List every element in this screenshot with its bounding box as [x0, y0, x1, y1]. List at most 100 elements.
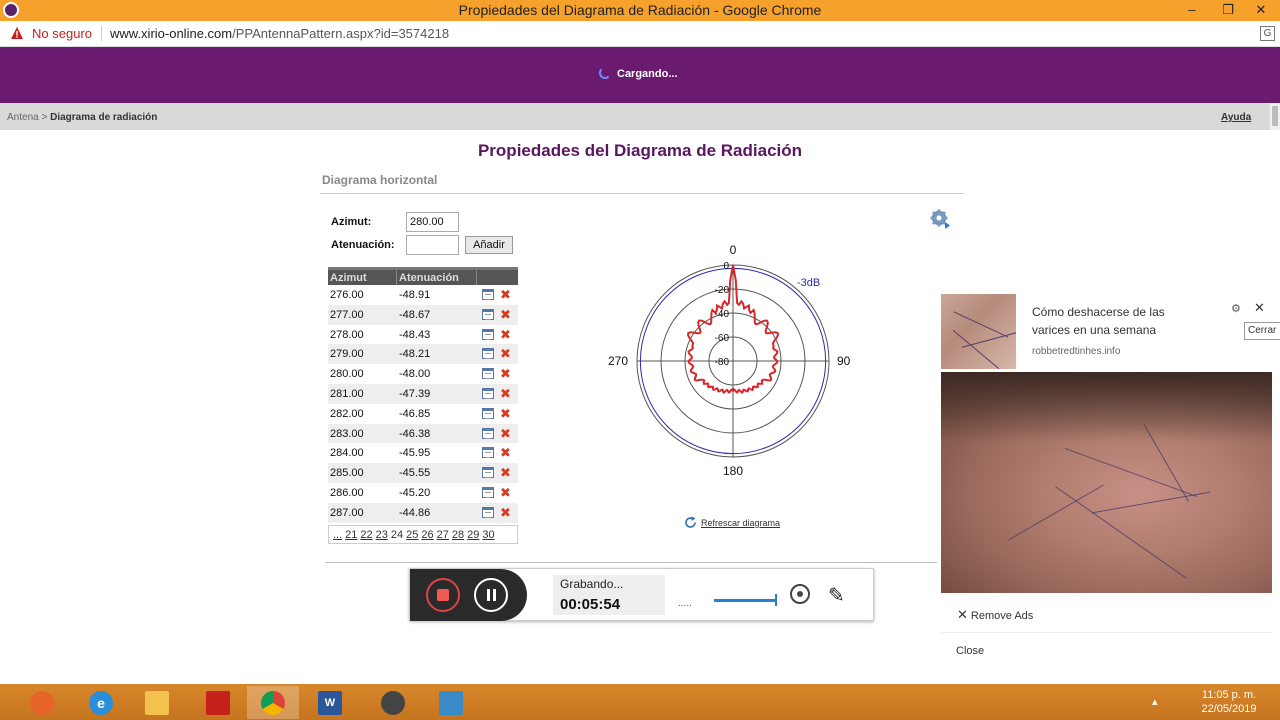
stop-record-icon[interactable]	[426, 578, 460, 612]
recorder-controls	[410, 569, 527, 621]
azimuth-input[interactable]	[406, 212, 459, 232]
warning-icon[interactable]	[10, 26, 24, 40]
page-link[interactable]: 23	[376, 529, 388, 541]
angle-label-270: 270	[608, 354, 628, 368]
volume-slider[interactable]	[714, 594, 777, 606]
page-link[interactable]: ...	[333, 529, 342, 541]
ad-source[interactable]: robbetredtinhes.info	[1032, 346, 1120, 357]
pattern-table: Azimut Atenuación 276.00 -48.91 ✖ 277.00 -48…	[328, 267, 518, 523]
loading-spinner-icon	[599, 67, 611, 79]
recorder-pro-icon[interactable]	[367, 686, 419, 719]
audio-level-dots: .....	[678, 598, 692, 609]
page-link[interactable]: 25	[406, 529, 418, 541]
column-header-azimuth[interactable]: Azimut	[330, 272, 367, 284]
reference-3db-label: -3dB	[797, 277, 820, 289]
tray-chevron-icon[interactable]: ▴	[1152, 695, 1158, 708]
internet-explorer-icon[interactable]: e	[75, 686, 127, 719]
delete-row-icon[interactable]: ✖	[500, 406, 511, 422]
edit-row-icon[interactable]	[482, 486, 494, 498]
delete-row-icon[interactable]: ✖	[500, 465, 511, 481]
delete-row-icon[interactable]: ✖	[500, 485, 511, 501]
delete-row-icon[interactable]: ✖	[500, 386, 511, 402]
attenuation-input[interactable]	[406, 235, 459, 255]
system-clock[interactable]: 11:05 p. m. 22/05/2019	[1198, 688, 1260, 716]
refresh-diagram-link[interactable]: Refrescar diagrama	[701, 518, 780, 528]
security-status[interactable]: No seguro	[32, 26, 92, 41]
ring-label-40: -40	[715, 309, 730, 320]
close-tooltip: Cerrar	[1244, 322, 1280, 340]
page-link[interactable]: 30	[482, 529, 494, 541]
table-row: 281.00 -47.39 ✖	[328, 383, 518, 404]
delete-row-icon[interactable]: ✖	[500, 426, 511, 442]
attenuation-cell: -48.43	[399, 328, 431, 341]
table-row: 285.00 -45.55 ✖	[328, 463, 518, 483]
delete-row-icon[interactable]: ✖	[500, 327, 511, 343]
screen-recorder-toolbar: Grabando... 00:05:54 ..... ✎	[409, 568, 874, 621]
scrollbar-thumb[interactable]	[1272, 106, 1278, 126]
edit-row-icon[interactable]	[482, 308, 494, 320]
ad-close-link[interactable]: Close	[956, 645, 984, 657]
page-link[interactable]: 28	[452, 529, 464, 541]
ad-image[interactable]	[941, 372, 1272, 593]
edit-row-icon[interactable]	[482, 506, 494, 518]
file-explorer-icon[interactable]	[131, 686, 183, 719]
url-path: /PPAntennaPattern.aspx?id=3574218	[232, 26, 450, 41]
edit-row-icon[interactable]	[482, 348, 494, 360]
add-button[interactable]: Añadir	[465, 236, 513, 254]
edit-row-icon[interactable]	[482, 407, 494, 419]
edit-row-icon[interactable]	[482, 289, 494, 300]
attenuation-cell: -47.39	[399, 387, 431, 400]
ad-thumbnail[interactable]	[941, 294, 1016, 369]
edit-row-icon[interactable]	[482, 467, 494, 479]
page-link[interactable]: 29	[467, 529, 479, 541]
attenuation-cell: -46.85	[399, 407, 431, 420]
ad-settings-icon[interactable]: ⚙	[1231, 302, 1241, 315]
ring-label-80: -80	[715, 357, 730, 368]
azimuth-label: Azimut:	[331, 216, 372, 228]
delete-row-icon[interactable]: ✖	[500, 346, 511, 362]
page-link[interactable]: 21	[345, 529, 357, 541]
page-link[interactable]: 26	[421, 529, 433, 541]
close-window-button[interactable]: ✕	[1246, 0, 1276, 21]
minimize-button[interactable]: –	[1178, 0, 1206, 21]
column-header-attenuation[interactable]: Atenuación	[399, 272, 459, 284]
acrobat-icon[interactable]	[192, 686, 244, 719]
edit-row-icon[interactable]	[482, 427, 494, 439]
page-link[interactable]: 27	[437, 529, 449, 541]
webcam-icon[interactable]	[790, 584, 810, 604]
word-icon[interactable]: W	[304, 686, 356, 719]
delete-row-icon[interactable]: ✖	[500, 366, 511, 382]
ad-headline[interactable]: Cómo deshacerse de las varices en una se…	[1032, 303, 1202, 339]
angle-label-180: 180	[723, 464, 743, 478]
refresh-icon[interactable]	[684, 516, 697, 529]
pen-icon[interactable]: ✎	[828, 583, 845, 608]
restore-button[interactable]: ❐	[1214, 0, 1242, 21]
column-divider	[396, 270, 397, 285]
breadcrumb-parent[interactable]: Antena	[7, 112, 39, 123]
remove-ads-link[interactable]: ✕ Remove Ads	[957, 607, 1033, 623]
attenuation-cell: -45.55	[399, 467, 431, 480]
firefox-icon[interactable]	[16, 686, 68, 719]
image-viewer-icon[interactable]	[425, 686, 477, 719]
attenuation-label: Atenuación:	[331, 239, 395, 251]
delete-row-icon[interactable]: ✖	[500, 307, 511, 323]
pause-icon[interactable]	[474, 578, 508, 612]
settings-gear-icon[interactable]	[930, 209, 950, 229]
clock-date: 22/05/2019	[1201, 703, 1257, 715]
attenuation-cell: -48.00	[399, 368, 431, 381]
delete-row-icon[interactable]: ✖	[500, 505, 511, 521]
edit-row-icon[interactable]	[482, 387, 494, 399]
chrome-icon[interactable]	[247, 686, 299, 719]
vertical-scrollbar[interactable]	[1270, 103, 1280, 130]
url-field[interactable]: www.xirio-online.com/PPAntennaPattern.as…	[110, 26, 449, 41]
help-link[interactable]: Ayuda	[1221, 112, 1251, 123]
translate-icon[interactable]: G	[1260, 26, 1275, 41]
ad-close-icon[interactable]: ✕	[1254, 300, 1265, 316]
delete-row-icon[interactable]: ✖	[500, 445, 511, 461]
page-link[interactable]: 22	[360, 529, 372, 541]
window-title: Propiedades del Diagrama de Radiación - …	[458, 2, 822, 18]
edit-row-icon[interactable]	[482, 368, 494, 380]
edit-row-icon[interactable]	[482, 328, 494, 340]
edit-row-icon[interactable]	[482, 447, 494, 459]
delete-row-icon[interactable]: ✖	[500, 287, 511, 303]
